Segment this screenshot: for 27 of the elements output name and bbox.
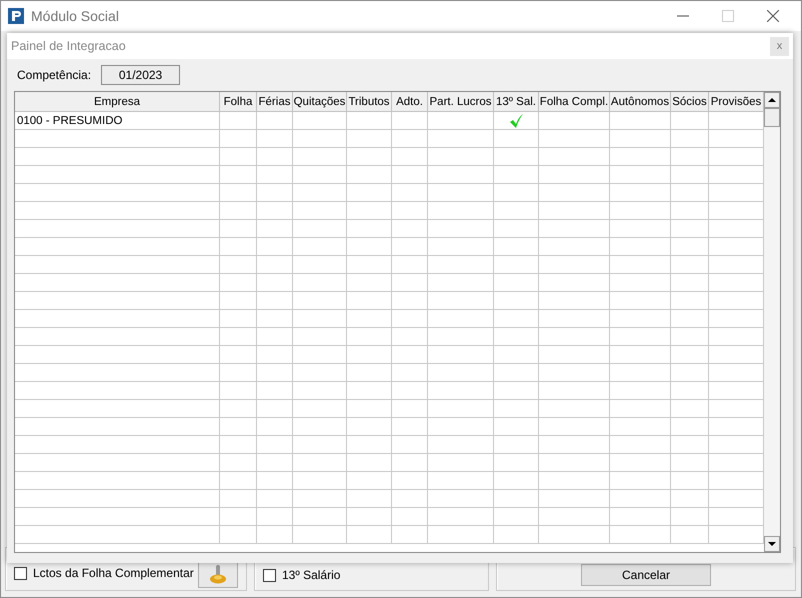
column-header[interactable]: 13º Sal. — [494, 92, 539, 111]
window-title: Módulo Social — [31, 8, 119, 24]
column-header[interactable]: Folha Compl. — [539, 92, 610, 111]
column-header[interactable]: Tributos — [347, 92, 392, 111]
vertical-scrollbar[interactable] — [764, 92, 780, 552]
column-header[interactable]: Folha — [220, 92, 257, 111]
competencia-field[interactable]: 01/2023 — [101, 65, 180, 85]
cancel-button[interactable]: Cancelar — [581, 564, 711, 586]
column-header[interactable]: Empresa — [15, 92, 220, 111]
joystick-icon — [209, 564, 227, 584]
close-icon[interactable] — [767, 10, 779, 22]
scroll-thumb[interactable] — [764, 108, 780, 127]
column-header[interactable]: Quitações — [293, 92, 347, 111]
app-logo-icon — [8, 8, 24, 24]
competencia-label: Competência: — [17, 68, 92, 82]
complementar-checkbox[interactable]: Lctos da Folha Complementar — [14, 566, 194, 580]
table-cell: 0100 - PRESUMIDO — [15, 112, 220, 129]
column-header[interactable]: Sócios — [671, 92, 709, 111]
salario-checkbox[interactable]: 13º Salário — [263, 568, 340, 582]
dialog-title: Painel de Integracao — [11, 39, 126, 53]
dialog-close-button[interactable]: x — [770, 36, 789, 56]
scroll-down-icon[interactable] — [764, 536, 780, 552]
scroll-up-icon[interactable] — [764, 92, 780, 108]
column-header[interactable]: Férias — [257, 92, 293, 111]
column-header[interactable]: Adto. — [392, 92, 428, 111]
column-header[interactable]: Autônomos — [610, 92, 671, 111]
column-header[interactable]: Part. Lucros — [428, 92, 494, 111]
